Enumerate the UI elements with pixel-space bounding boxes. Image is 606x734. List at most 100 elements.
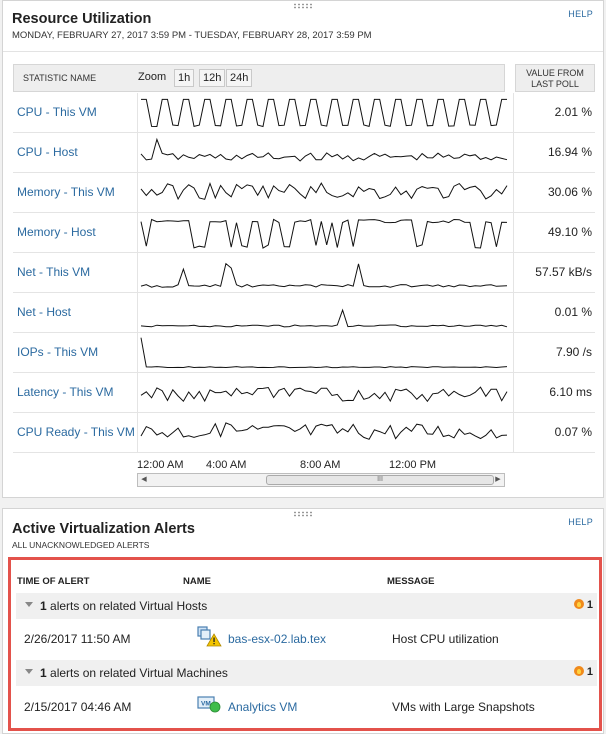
x-tick-label: 12:00 PM (389, 459, 437, 471)
drag-handle[interactable] (293, 511, 313, 517)
sparkline-series (140, 262, 508, 288)
column-divider (513, 93, 514, 132)
panel-title: Resource Utilization (12, 11, 152, 27)
sparkline-series (140, 181, 508, 201)
entity-link[interactable]: Analytics VM (228, 700, 297, 714)
table-row: Net - This VM 57.57 kB/s (13, 253, 595, 293)
zoom-1h-button[interactable]: 1h (174, 69, 195, 87)
vm-up-icon: VM (196, 693, 222, 720)
statistic-link[interactable]: CPU - This VM (17, 105, 97, 119)
collapse-triangle-icon[interactable] (25, 669, 33, 674)
sparkline-chart (140, 181, 508, 201)
column-divider (137, 133, 138, 172)
statistic-link[interactable]: CPU Ready - This VM (17, 425, 135, 439)
alert-message: Host CPU utilization (392, 632, 499, 646)
entity-link[interactable]: bas-esx-02.lab.tex (228, 632, 326, 646)
table-row: 2/26/2017 11:50 AM bas-esx-02.lab.tex Ho… (16, 621, 597, 659)
sparkline-series (140, 218, 508, 249)
host-warning-icon (196, 625, 222, 652)
last-poll-value: 6.10 ms (549, 385, 592, 399)
column-divider (137, 413, 138, 452)
group-label: 1 alerts on related Virtual Machines (40, 666, 228, 680)
last-poll-value: 49.10 % (547, 225, 592, 239)
table-row: Latency - This VM 6.10 ms (13, 373, 595, 413)
alert-group-hosts[interactable]: 1 alerts on related Virtual Hosts 1 (16, 593, 597, 619)
divider (3, 51, 603, 52)
badge-count: 1 (586, 666, 593, 678)
sparkline-chart (140, 422, 508, 440)
alert-time: 2/15/2017 04:46 AM (24, 700, 132, 714)
help-link[interactable]: HELP (568, 517, 593, 527)
scroll-thumb[interactable]: III (266, 475, 494, 485)
x-tick-label: 4:00 AM (206, 459, 247, 471)
column-divider (137, 173, 138, 212)
sparkline-chart (140, 137, 508, 162)
group-count: 1 (40, 599, 47, 613)
column-divider (513, 213, 514, 252)
column-divider (137, 293, 138, 332)
scroll-left-arrow-icon[interactable]: ◀ (138, 474, 150, 486)
last-poll-value: 2.01 % (554, 105, 592, 119)
sparkline-series (140, 386, 508, 403)
sparkline-series (141, 98, 507, 128)
statistic-link[interactable]: Latency - This VM (17, 385, 113, 399)
statistic-link[interactable]: Memory - This VM (17, 185, 115, 199)
column-header-name: NAME (183, 576, 211, 587)
zoom-12h-button[interactable]: 12h (199, 69, 226, 87)
value-header-line1: VALUE FROM (526, 68, 584, 78)
sparkline-chart (140, 386, 508, 403)
drag-handle[interactable] (293, 3, 313, 9)
sparkline-series (140, 337, 508, 369)
last-poll-value: 0.01 % (554, 305, 592, 319)
column-divider (513, 173, 514, 212)
column-header-statistic: STATISTIC NAME (23, 73, 97, 83)
table-row: IOPs - This VM 7.90 /s (13, 333, 595, 373)
alert-count-badge: 1 (573, 666, 593, 678)
sparkline-chart (140, 218, 508, 249)
group-label-text: alerts on related Virtual Hosts (46, 599, 208, 613)
statistic-link[interactable]: Net - This VM (17, 265, 90, 279)
statistic-link[interactable]: IOPs - This VM (17, 345, 98, 359)
column-divider (513, 293, 514, 332)
date-range: MONDAY, FEBRUARY 27, 2017 3:59 PM - TUES… (12, 30, 372, 41)
statistic-link[interactable]: Net - Host (17, 305, 71, 319)
table-header: STATISTIC NAME Zoom 1h 12h 24h (13, 64, 505, 92)
virtualization-alerts-panel: HELP Active Virtualization Alerts ALL UN… (2, 508, 604, 734)
column-divider (137, 93, 138, 132)
table-row: Memory - This VM 30.06 % (13, 173, 595, 213)
statistic-link[interactable]: Memory - Host (17, 225, 96, 239)
zoom-24h-button[interactable]: 24h (226, 69, 253, 87)
collapse-triangle-icon[interactable] (25, 602, 33, 607)
sparkline-series (140, 308, 508, 328)
alert-count-badge: 1 (573, 599, 593, 611)
panel-title: Active Virtualization Alerts (12, 521, 195, 537)
last-poll-value: 30.06 % (547, 185, 592, 199)
table-row: Net - Host 0.01 % (13, 293, 595, 333)
alert-message: VMs with Large Snapshots (392, 700, 535, 714)
column-divider (137, 253, 138, 292)
column-divider (137, 213, 138, 252)
badge-count: 1 (586, 599, 593, 611)
sparkline-series (140, 137, 508, 162)
help-link[interactable]: HELP (568, 9, 593, 19)
sparkline-chart (140, 308, 508, 328)
alert-group-vms[interactable]: 1 alerts on related Virtual Machines 1 (16, 660, 597, 686)
zoom-label: Zoom (138, 71, 167, 83)
column-header-time: TIME OF ALERT (17, 576, 90, 587)
resource-utilization-panel: HELP Resource Utilization MONDAY, FEBRUA… (2, 0, 604, 498)
sparkline-series (140, 422, 508, 440)
timeline-scrollbar[interactable]: ◀ III ▶ (137, 473, 505, 487)
sparkline-chart (140, 262, 508, 288)
group-label: 1 alerts on related Virtual Hosts (40, 599, 207, 613)
scroll-right-arrow-icon[interactable]: ▶ (492, 474, 504, 486)
column-divider (137, 333, 138, 372)
last-poll-value: 57.57 kB/s (535, 265, 592, 279)
column-divider (513, 133, 514, 172)
statistic-link[interactable]: CPU - Host (17, 145, 78, 159)
column-divider (137, 373, 138, 412)
column-header-message: MESSAGE (387, 576, 435, 587)
last-poll-value: 0.07 % (554, 425, 592, 439)
group-count: 1 (40, 666, 47, 680)
table-row: Memory - Host 49.10 % (13, 213, 595, 253)
table-row: 2/15/2017 04:46 AM VM Analytics VM VMs w… (16, 689, 597, 727)
